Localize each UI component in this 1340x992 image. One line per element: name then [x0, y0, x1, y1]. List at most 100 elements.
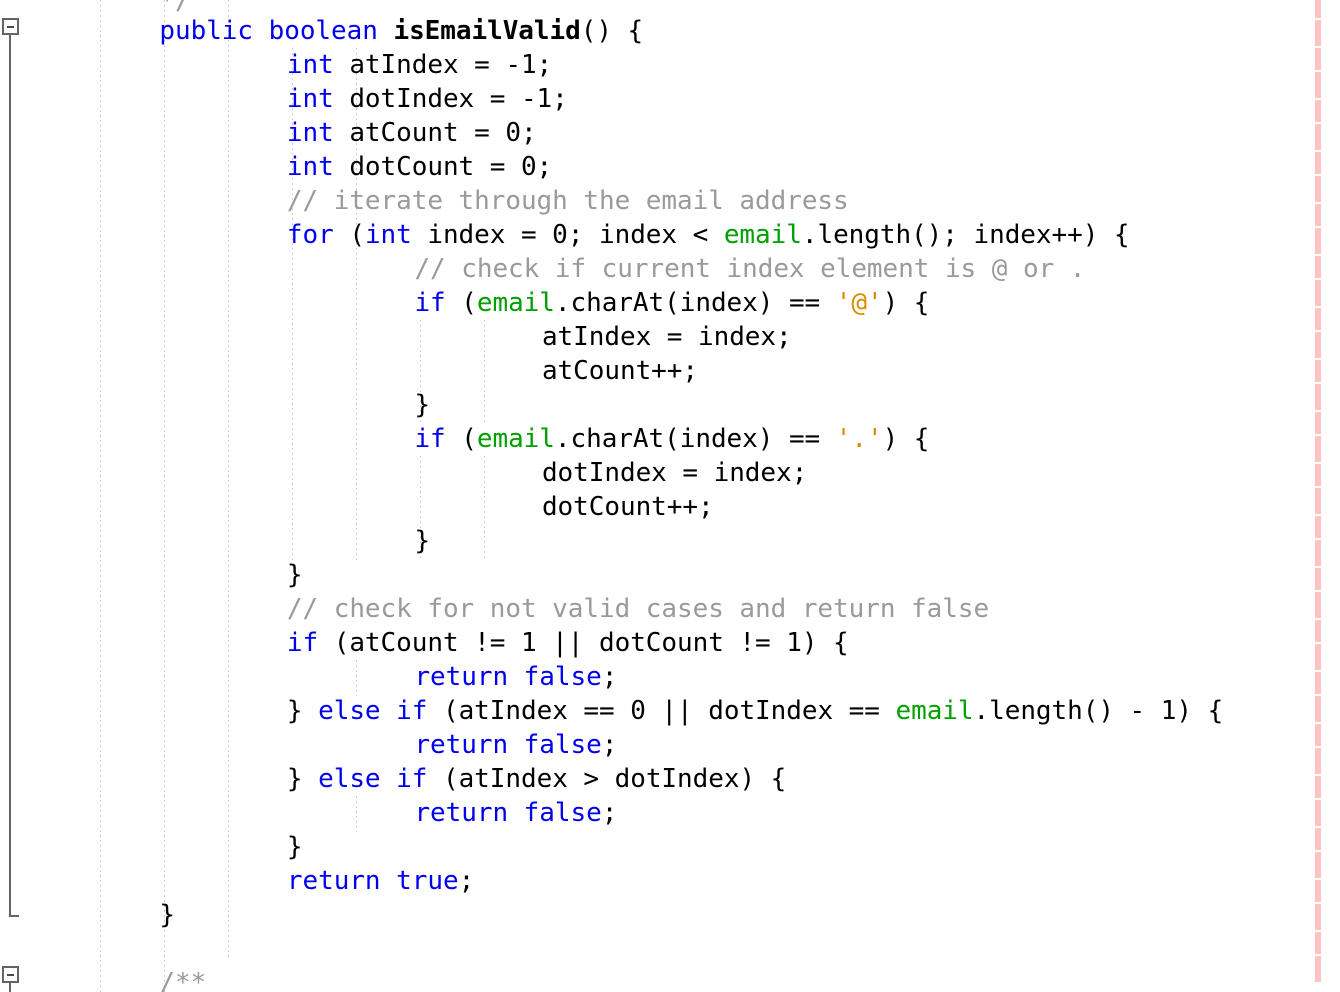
error-stripe-mark[interactable]	[1315, 620, 1321, 642]
error-stripe-mark[interactable]	[1315, 48, 1321, 70]
error-stripe-mark[interactable]	[1315, 72, 1321, 98]
code-token-pln: (atIndex > dotIndex) {	[427, 764, 787, 794]
code-line-if-counts-invalid[interactable]: if (atCount != 1 || dotCount != 1) {	[0, 626, 849, 660]
code-token-pln: () {	[580, 16, 644, 46]
code-line-decl-dotcount[interactable]: int dotCount = 0;	[0, 150, 552, 184]
error-stripe-mark[interactable]	[1315, 0, 1321, 18]
code-line-return-false-3[interactable]: return false;	[0, 796, 617, 830]
code-line-comment-check-invalid[interactable]: // check for not valid cases and return …	[0, 592, 989, 626]
error-stripe-mark[interactable]	[1315, 776, 1321, 798]
code-line-increment-dotcount[interactable]: dotCount++;	[0, 490, 714, 524]
error-stripe-mark[interactable]	[1315, 800, 1321, 826]
error-stripe-mark[interactable]	[1315, 332, 1321, 358]
code-line-assign-dotindex[interactable]: dotIndex = index;	[0, 456, 807, 490]
error-stripe-mark[interactable]	[1315, 124, 1321, 150]
code-line-assign-atindex[interactable]: atIndex = index;	[0, 320, 792, 354]
error-stripe-mark[interactable]	[1315, 880, 1321, 902]
error-stripe-mark[interactable]	[1315, 280, 1321, 306]
error-stripe-mark[interactable]	[1315, 412, 1321, 434]
code-token-pln: }	[414, 390, 431, 420]
code-content-area[interactable]: */public boolean isEmailValid() {int atI…	[0, 0, 1340, 992]
code-editor-viewport[interactable]: */public boolean isEmailValid() {int atI…	[0, 0, 1340, 992]
error-stripe-mark[interactable]	[1315, 592, 1321, 618]
code-line-close-if-at[interactable]: }	[0, 388, 430, 422]
error-stripe-mark[interactable]	[1315, 176, 1321, 202]
code-line-decl-dotindex[interactable]: int dotIndex = -1;	[0, 82, 568, 116]
code-token-pln: (	[333, 220, 365, 250]
code-line-return-false-1[interactable]: return false;	[0, 660, 617, 694]
code-token-pln: dotIndex = -1;	[333, 84, 568, 114]
code-line-else-if-positions[interactable]: } else if (atIndex == 0 || dotIndex == e…	[0, 694, 1223, 728]
code-token-kw: return	[414, 798, 509, 828]
code-line-if-at-char[interactable]: if (email.charAt(index) == '@') {	[0, 286, 929, 320]
code-line-if-dot-char[interactable]: if (email.charAt(index) == '.') {	[0, 422, 929, 456]
code-token-pln: .charAt(index) ==	[554, 424, 836, 454]
code-line-return-true[interactable]: return true;	[0, 864, 474, 898]
error-stripe-mark[interactable]	[1315, 360, 1321, 382]
error-stripe-mark[interactable]	[1315, 904, 1321, 930]
code-token-kw: int	[364, 220, 412, 250]
error-stripe-mark[interactable]	[1315, 20, 1321, 46]
code-token-chr: '.'	[835, 424, 883, 454]
code-token-kw: int	[286, 50, 334, 80]
code-token-pln: .charAt(index) ==	[554, 288, 836, 318]
code-token-fld: email	[895, 696, 974, 726]
code-token-chr: '@'	[835, 288, 883, 318]
code-token-kw: return	[414, 662, 509, 692]
error-stripe-mark[interactable]	[1315, 204, 1321, 226]
code-token-kw: return	[414, 730, 509, 760]
error-stripe-mark[interactable]	[1315, 464, 1321, 486]
code-token-pln: dotIndex = index;	[541, 458, 808, 488]
code-line-close-method[interactable]: }	[0, 898, 175, 932]
code-line-decl-atindex[interactable]: int atIndex = -1;	[0, 48, 552, 82]
error-stripe-mark[interactable]	[1315, 308, 1321, 330]
code-line-comment-check-index[interactable]: // check if current index element is @ o…	[0, 252, 1085, 286]
code-line-return-false-2[interactable]: return false;	[0, 728, 617, 762]
error-stripe-mark[interactable]	[1315, 540, 1321, 566]
code-token-pln: atCount = 0;	[333, 118, 537, 148]
error-stripe-lane[interactable]	[1311, 0, 1335, 992]
code-token-kw: if	[396, 764, 428, 794]
error-stripe-mark[interactable]	[1315, 932, 1321, 954]
code-line-close-for[interactable]: }	[0, 558, 303, 592]
error-stripe-mark[interactable]	[1315, 696, 1321, 722]
error-stripe-mark[interactable]	[1315, 516, 1321, 538]
code-line-method-signature[interactable]: public boolean isEmailValid() {	[0, 14, 643, 48]
error-stripe-mark[interactable]	[1315, 436, 1321, 462]
code-token-kw: if	[414, 424, 446, 454]
error-stripe-mark[interactable]	[1315, 100, 1321, 122]
code-line-for-loop[interactable]: for (int index = 0; index < email.length…	[0, 218, 1130, 252]
code-token-fld: email	[476, 288, 555, 318]
code-token-pln: dotCount++;	[541, 492, 714, 522]
code-token-cmt: /**	[159, 968, 207, 992]
error-stripe-mark[interactable]	[1315, 488, 1321, 514]
error-stripe-mark[interactable]	[1315, 568, 1321, 590]
code-token-cmt: // iterate through the email address	[286, 186, 849, 216]
error-stripe-mark[interactable]	[1315, 724, 1321, 746]
code-line-decl-atcount[interactable]: int atCount = 0;	[0, 116, 537, 150]
code-token-kw: else	[318, 764, 381, 794]
code-line-close-if-dot[interactable]: }	[0, 524, 430, 558]
error-stripe-mark[interactable]	[1315, 228, 1321, 254]
error-stripe-mark[interactable]	[1315, 152, 1321, 174]
code-line-else-if-order[interactable]: } else if (atIndex > dotIndex) {	[0, 762, 786, 796]
error-stripe-mark[interactable]	[1315, 644, 1321, 670]
error-stripe-mark[interactable]	[1315, 748, 1321, 774]
code-token-cmt: // check if current index element is @ o…	[414, 254, 1086, 284]
error-stripe-mark[interactable]	[1315, 828, 1321, 850]
code-token-pln: .length() - 1) {	[973, 696, 1224, 726]
error-stripe-mark[interactable]	[1315, 256, 1321, 278]
error-stripe-mark[interactable]	[1315, 956, 1321, 982]
code-token-pln: atCount++;	[541, 356, 698, 386]
code-line-increment-atcount[interactable]: atCount++;	[0, 354, 698, 388]
error-stripe-mark[interactable]	[1315, 672, 1321, 694]
code-line-comment-iterate[interactable]: // iterate through the email address	[0, 184, 849, 218]
code-line-javadoc-start[interactable]: /**	[0, 966, 206, 992]
error-stripe-mark[interactable]	[1315, 384, 1321, 410]
code-line-blank[interactable]	[0, 932, 159, 966]
error-stripe-mark[interactable]	[1315, 852, 1321, 878]
code-line-close-else-chain[interactable]: }	[0, 830, 303, 864]
code-token-pln: ;	[601, 798, 618, 828]
code-token-kw: int	[286, 152, 334, 182]
code-token-pln: }	[414, 526, 431, 556]
